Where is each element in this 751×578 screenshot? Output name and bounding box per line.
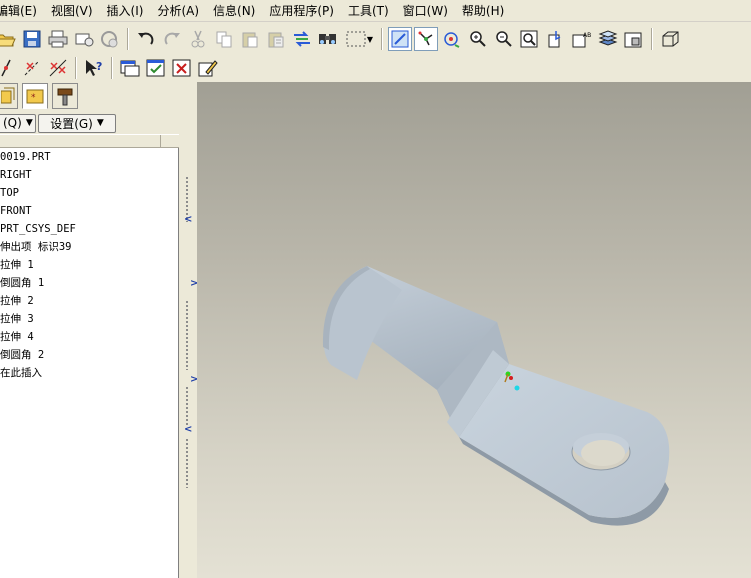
separator [111, 57, 113, 79]
show-dropdown[interactable]: (Q) ▼ [0, 113, 36, 133]
tree-item[interactable]: 倒圆角 2 [0, 346, 178, 364]
tree-item[interactable]: 拉伸 3 [0, 310, 178, 328]
tab-folder-browser[interactable]: * [22, 83, 48, 109]
whats-this-icon[interactable]: ? [82, 56, 106, 80]
tree-column-header [0, 134, 179, 149]
select-box-icon[interactable]: ▼ [342, 27, 376, 51]
menu-item[interactable]: 工具(T) [348, 2, 389, 19]
model-tree: 0019.PRT RIGHT TOP FRONT PRT_CSYS_DEF 伸出项 标识3… [0, 148, 179, 578]
graphics-viewport[interactable] [197, 82, 751, 578]
collapse-left-icon[interactable]: < [184, 214, 192, 225]
splitter-grip[interactable] [185, 386, 189, 426]
chevron-down-icon: ▼ [25, 118, 33, 128]
tree-item[interactable]: 倒圆角 1 [0, 274, 178, 292]
layers-icon[interactable] [596, 27, 620, 51]
copy-icon[interactable] [212, 27, 236, 51]
saved-views-icon[interactable]: AB [570, 27, 594, 51]
activate-window-icon[interactable] [144, 56, 168, 80]
datum-axes-icon[interactable] [20, 56, 44, 80]
tree-item[interactable]: PRT_CSYS_DEF [0, 220, 178, 238]
menu-item[interactable]: 分析(A) [157, 2, 199, 19]
show-dropdown-label: (Q) [3, 116, 22, 130]
menu-item[interactable]: 编辑(E) [0, 2, 37, 19]
menu-item[interactable]: 帮助(H) [462, 2, 504, 19]
view-manager-icon[interactable] [622, 27, 646, 51]
undo-icon[interactable] [134, 27, 158, 51]
tree-controls: (Q) ▼ 设置(G) ▼ [0, 112, 181, 134]
refit-icon[interactable] [518, 27, 542, 51]
redo-icon[interactable] [160, 27, 184, 51]
paste-icon[interactable] [238, 27, 262, 51]
collapse-left-icon[interactable]: < [184, 424, 192, 435]
splitter-grip[interactable] [185, 438, 189, 488]
menu-item[interactable]: 视图(V) [51, 2, 93, 19]
tree-item[interactable]: 在此插入 [0, 364, 178, 382]
shaded-view-icon[interactable] [658, 27, 682, 51]
cable-lug-model[interactable] [197, 82, 751, 578]
tab-favorites[interactable] [52, 83, 78, 109]
menu-item[interactable]: 窗口(W) [403, 2, 448, 19]
main-toolbar: ▼ AB [0, 24, 751, 54]
navigator-panel: * (Q) ▼ 设置(G) ▼ 0019.PRT RIGHT TOP FRONT PRT… [0, 82, 181, 578]
tree-item[interactable]: RIGHT [0, 166, 178, 184]
separator [381, 28, 383, 50]
column-divider[interactable] [160, 135, 161, 149]
svg-text:*: * [31, 93, 36, 103]
orient-mode-icon[interactable] [440, 27, 464, 51]
tree-item[interactable]: FRONT [0, 202, 178, 220]
tree-item[interactable]: 拉伸 2 [0, 292, 178, 310]
splitter-grip[interactable] [185, 300, 189, 370]
zoom-in-icon[interactable] [466, 27, 490, 51]
separator [75, 57, 77, 79]
save-icon[interactable] [20, 27, 44, 51]
settings-dropdown[interactable]: 设置(G) ▼ [38, 113, 116, 133]
spin-center-icon[interactable] [414, 27, 438, 51]
print-icon[interactable] [46, 27, 70, 51]
tree-item[interactable]: TOP [0, 184, 178, 202]
chevron-down-icon: ▼ [96, 118, 104, 128]
menu-bar: 编辑(E) 视图(V) 插入(I) 分析(A) 信息(N) 应用程序(P) 工具(T) 窗口(… [0, 0, 751, 22]
menu-item[interactable]: 应用程序(P) [269, 2, 334, 19]
close-window-icon[interactable] [170, 56, 194, 80]
open-folder-icon[interactable] [0, 27, 18, 51]
svg-text:?: ? [96, 60, 102, 73]
send-mail-icon[interactable] [72, 27, 96, 51]
tree-item[interactable]: 伸出项 标识39 [0, 238, 178, 256]
panel-splitter[interactable]: < > > < [181, 82, 198, 578]
link-icon[interactable] [98, 27, 122, 51]
tree-item[interactable]: 拉伸 1 [0, 256, 178, 274]
tree-item[interactable]: 拉伸 4 [0, 328, 178, 346]
svg-text:AB: AB [583, 32, 591, 39]
tab-model-tree[interactable] [0, 83, 18, 109]
settings-dropdown-label: 设置(G) [50, 116, 93, 131]
zoom-out-icon[interactable] [492, 27, 516, 51]
datum-points-icon[interactable] [46, 56, 70, 80]
edit-icon[interactable] [196, 56, 220, 80]
find-icon[interactable] [316, 27, 340, 51]
cut-icon[interactable] [186, 27, 210, 51]
regenerate-icon[interactable] [290, 27, 314, 51]
separator [651, 28, 653, 50]
navigator-tabs: * [0, 82, 82, 110]
reorient-icon[interactable] [544, 27, 568, 51]
view-repaint-icon[interactable] [388, 27, 412, 51]
menu-item[interactable]: 插入(I) [107, 2, 144, 19]
menu-item[interactable]: 信息(N) [213, 2, 255, 19]
separator [127, 28, 129, 50]
datum-planes-icon[interactable] [0, 56, 18, 80]
new-window-icon[interactable] [118, 56, 142, 80]
datum-toolbar: ? [0, 54, 751, 82]
tree-item[interactable]: 0019.PRT [0, 148, 178, 166]
paste-special-icon[interactable] [264, 27, 288, 51]
